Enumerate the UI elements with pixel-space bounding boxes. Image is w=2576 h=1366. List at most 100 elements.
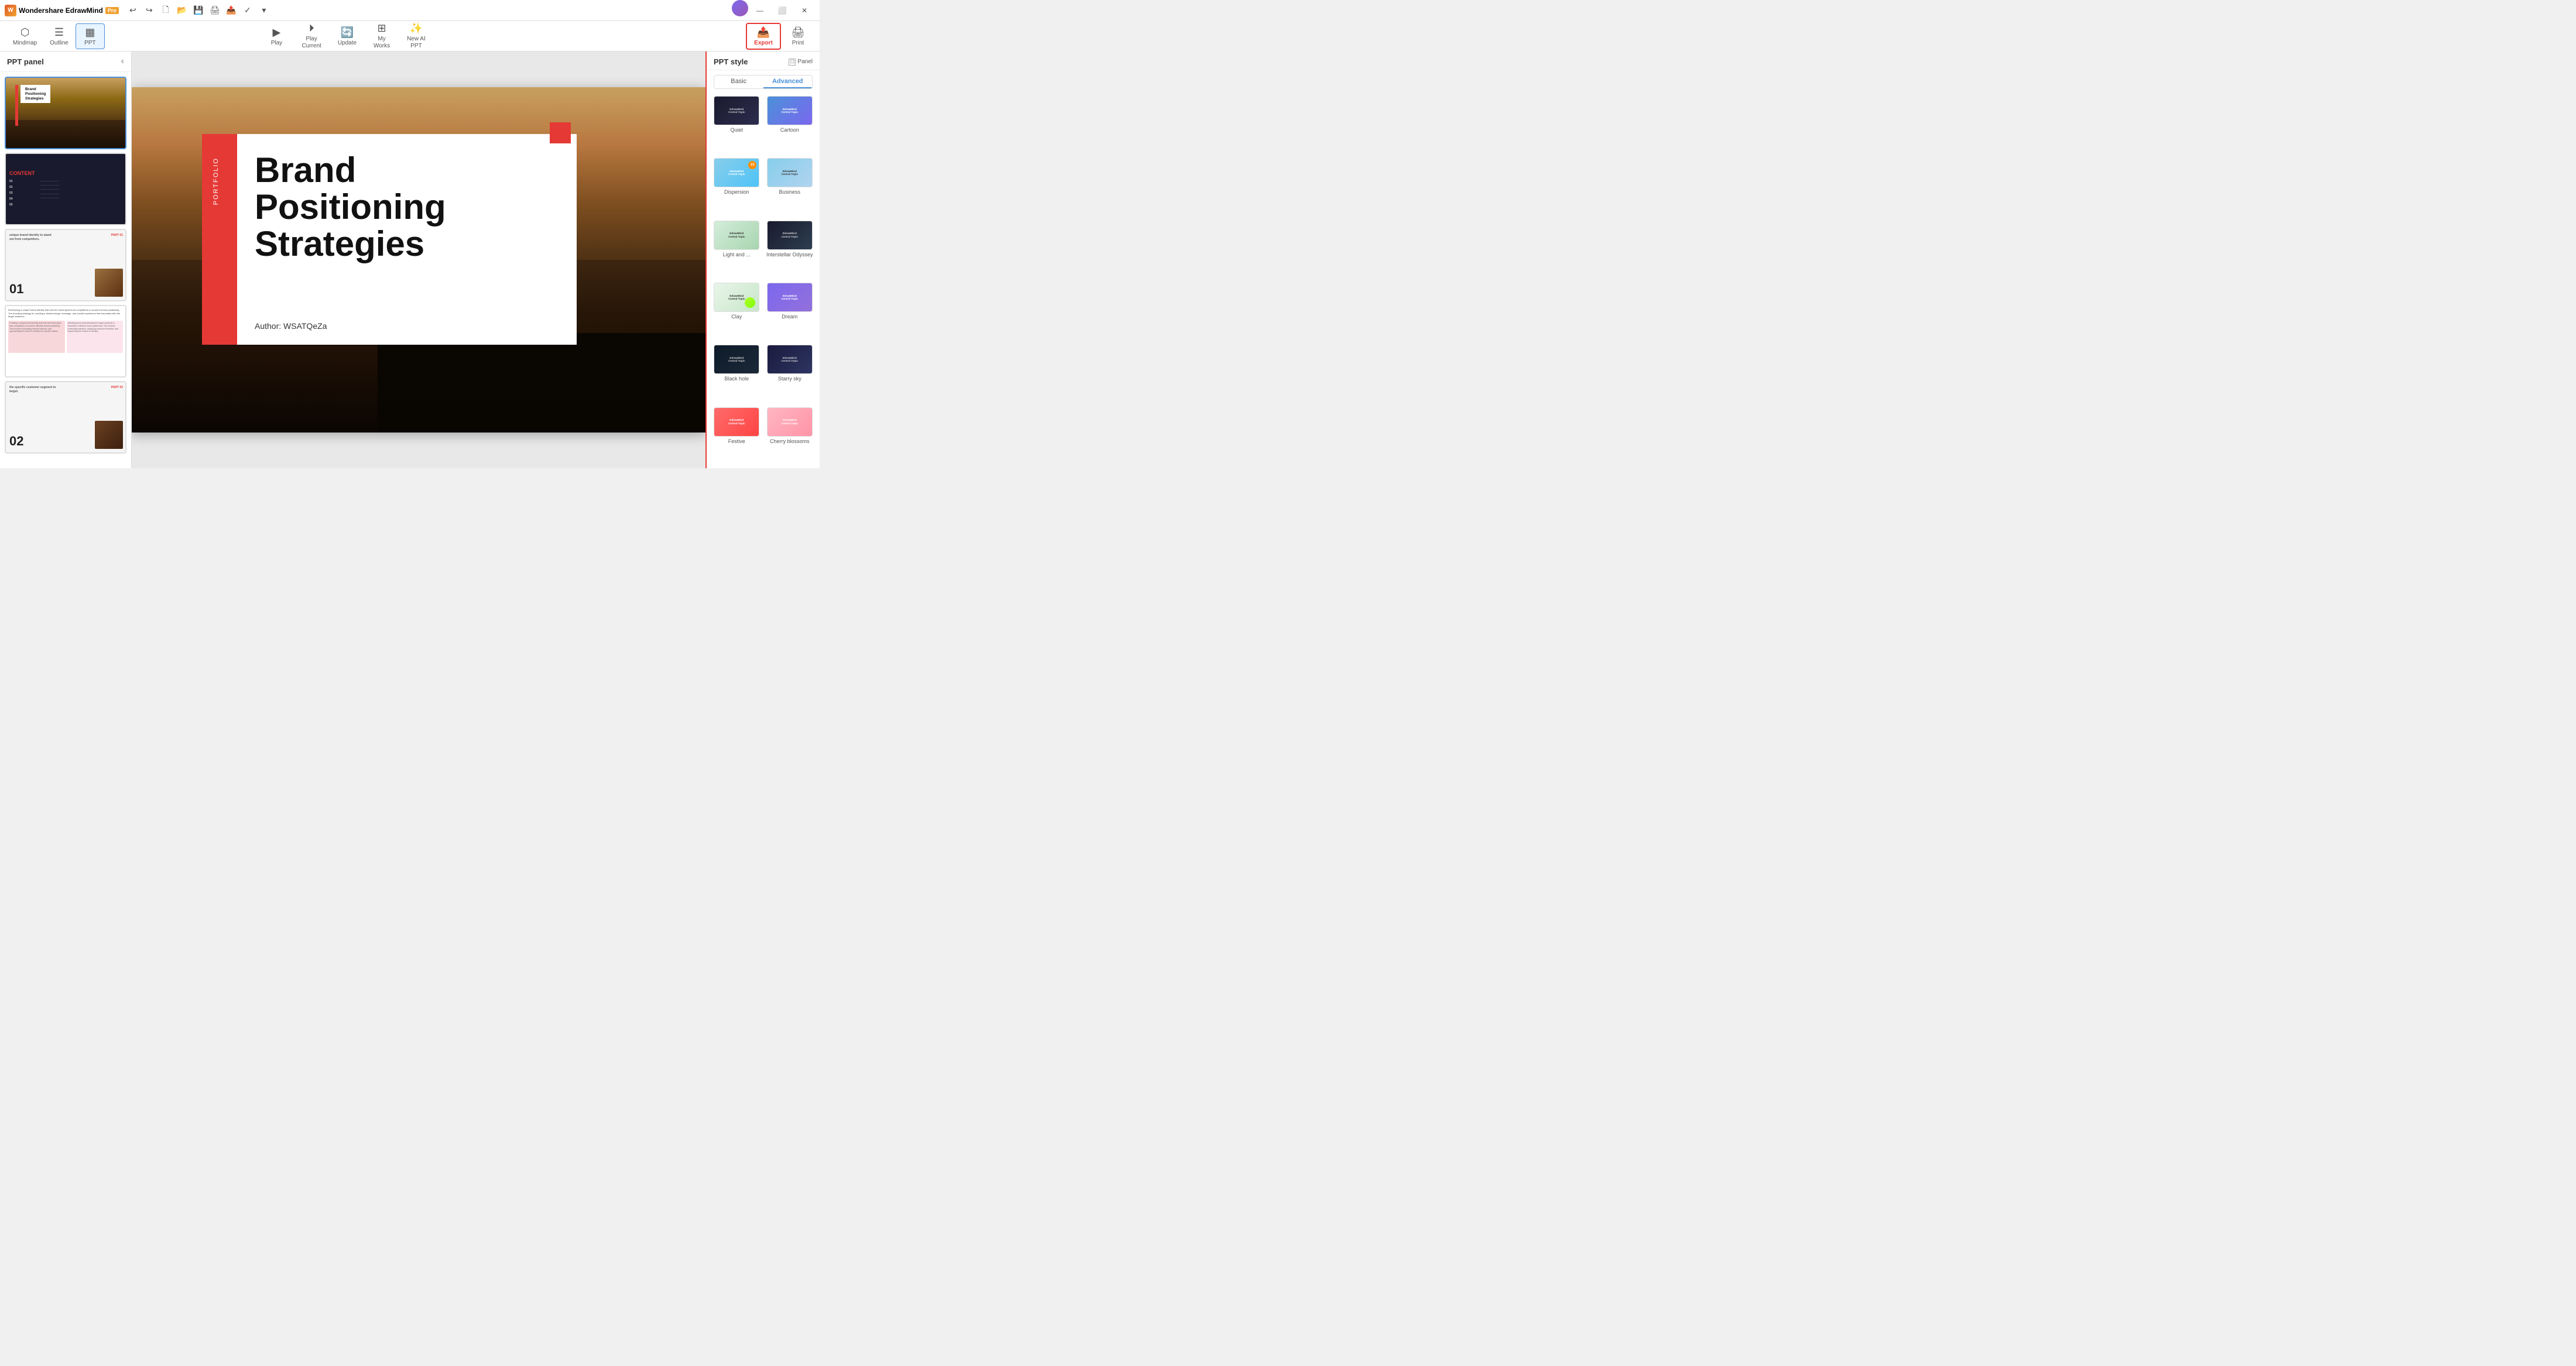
portfolio-text: PORTFOLIO <box>213 157 220 205</box>
slide-main-title: BrandPositioningStrategies <box>255 152 446 262</box>
style-name-blackhole: Black hole <box>724 376 749 382</box>
play-current-icon: ⏵ <box>309 22 314 35</box>
panel-toggle[interactable]: ☐ Panel <box>789 59 813 66</box>
view-mode-group: ⬡ Mindmap ☰ Outline ▦ PPT <box>7 23 105 49</box>
slide-thumbnail-5[interactable]: the specific customer segment to target.… <box>5 381 126 454</box>
play-icon: ▶ <box>273 26 281 39</box>
style-thumb-dream: EdrawMindCentral Topic <box>767 283 813 312</box>
style-item-cherry[interactable]: EdrawMindCentral Topic Cherry blossoms <box>766 407 814 465</box>
style-name-clay: Clay <box>731 314 742 320</box>
maximize-button[interactable]: ⬜ <box>772 0 793 21</box>
my-works-icon: ⊞ <box>378 22 386 35</box>
user-avatar[interactable] <box>732 0 748 16</box>
toolbar-right-group: 📤 Export 🖨 Print <box>746 23 813 50</box>
print-button[interactable]: 🖨 Print <box>783 24 813 49</box>
app-logo: W Wondershare EdrawMind Pro <box>5 5 119 16</box>
ppt-button[interactable]: ▦ PPT <box>76 23 105 49</box>
style-item-interstellar[interactable]: EdrawMindCentral Topic Interstellar Odys… <box>766 221 814 278</box>
slide-canvas: PORTFOLIO BrandPositioningStrategies Aut… <box>132 87 705 433</box>
red-corner-accent <box>550 122 571 143</box>
undo-button[interactable]: ↩ <box>126 4 140 18</box>
ai-ppt-icon: ✨ <box>410 22 423 35</box>
canvas-area: PORTFOLIO BrandPositioningStrategies Aut… <box>132 52 705 468</box>
export-button[interactable]: 📤 Export <box>746 23 781 50</box>
slide-list: BrandPositioningStrategies CONTENT010203… <box>0 72 131 468</box>
export-icon: 📤 <box>757 26 770 39</box>
slide-thumbnail-3[interactable]: unique brand identity to stand out from … <box>5 229 126 301</box>
tab-basic[interactable]: Basic <box>714 75 763 88</box>
style-item-starry[interactable]: EdrawMindCentral Topic Starry sky <box>766 345 814 402</box>
style-thumb-cartoon: EdrawMindCentral Topic <box>767 96 813 125</box>
panel-checkbox[interactable]: ☐ <box>789 59 796 66</box>
toolbar-center-group: ▶ Play ⏵ PlayCurrent 🔄 Update ⊞ MyWorks … <box>262 20 431 52</box>
redo-button[interactable]: ↪ <box>142 4 156 18</box>
style-item-dispersion[interactable]: EdrawMindCentral Topic 23 Dispersion <box>712 158 761 215</box>
style-item-light[interactable]: EdrawMindCentral Topic Light and ... <box>712 221 761 278</box>
update-button[interactable]: 🔄 Update <box>332 24 362 49</box>
style-thumb-light: EdrawMindCentral Topic <box>714 221 759 250</box>
save-button[interactable]: 💾 <box>191 4 205 18</box>
export-small-button[interactable]: 📤 <box>224 4 238 18</box>
style-name-interstellar: Interstellar Odyssey <box>766 252 813 258</box>
close-button[interactable]: ✕ <box>794 0 815 21</box>
my-works-button[interactable]: ⊞ MyWorks <box>367 20 396 52</box>
slide-thumbnail-4[interactable]: Developing a unique brand identity that … <box>5 305 126 377</box>
print-preview-button[interactable]: 🖨 <box>208 4 222 18</box>
left-panel: PPT panel ‹ BrandPositioningStrategies <box>0 52 132 468</box>
style-item-blackhole[interactable]: EdrawMindCentral Topic Black hole <box>712 345 761 402</box>
style-name-light: Light and ... <box>723 252 751 258</box>
style-thumb-business: EdrawMindCentral Topic <box>767 158 813 187</box>
style-name-starry: Starry sky <box>778 376 801 382</box>
outline-icon: ☰ <box>54 26 64 39</box>
tab-advanced[interactable]: Advanced <box>763 75 813 88</box>
new-ai-ppt-button[interactable]: ✨ New AIPPT <box>401 20 431 52</box>
style-name-dispersion: Dispersion <box>724 189 749 195</box>
style-item-clay[interactable]: EdrawMindCentral Topic Clay <box>712 283 761 340</box>
bottom-dark-panel <box>378 333 705 433</box>
style-item-dream[interactable]: EdrawMindCentral Topic Dream <box>766 283 814 340</box>
panel-label: Panel <box>797 59 813 65</box>
play-button[interactable]: ▶ Play <box>262 24 291 49</box>
ppt-style-title: PPT style <box>714 57 748 66</box>
slide-thumbnail-1[interactable]: BrandPositioningStrategies <box>5 77 126 149</box>
ppt-style-header: PPT style ☐ Panel <box>707 52 820 70</box>
minimize-button[interactable]: — <box>749 0 770 21</box>
slide-thumbnail-2[interactable]: CONTENT0102030405 ——————————————————————… <box>5 153 126 225</box>
app-name: Wondershare EdrawMind <box>19 6 103 15</box>
panel-header: PPT panel ‹ <box>0 52 131 72</box>
title-bar: W Wondershare EdrawMind Pro ↩ ↪ 🗋 📂 💾 🖨 … <box>0 0 820 21</box>
mindmap-button[interactable]: ⬡ Mindmap <box>7 24 43 49</box>
style-grid: EdrawMindCentral Topic Quiet EdrawMindCe… <box>707 92 820 468</box>
new-file-button[interactable]: 🗋 <box>159 4 173 18</box>
more-button[interactable]: ▾ <box>257 4 271 18</box>
style-name-cherry: Cherry blossoms <box>770 438 810 444</box>
outline-button[interactable]: ☰ Outline <box>44 24 74 49</box>
check-button[interactable]: ✓ <box>241 4 255 18</box>
update-icon: 🔄 <box>341 26 354 39</box>
print-icon: 🖨 <box>792 26 805 39</box>
style-thumb-interstellar: EdrawMindCentral Topic <box>767 221 813 250</box>
style-name-cartoon: Cartoon <box>780 127 799 133</box>
collapse-button[interactable]: ‹ <box>121 56 124 67</box>
pro-badge: Pro <box>105 7 119 14</box>
logo-icon: W <box>5 5 16 16</box>
ppt-icon: ▦ <box>85 26 95 39</box>
style-thumb-cherry: EdrawMindCentral Topic <box>767 407 813 437</box>
style-thumb-starry: EdrawMindCentral Topic <box>767 345 813 374</box>
style-thumb-dispersion: EdrawMindCentral Topic 23 <box>714 158 759 187</box>
style-thumb-clay: EdrawMindCentral Topic <box>714 283 759 312</box>
play-current-button[interactable]: ⏵ PlayCurrent <box>296 20 327 52</box>
main-toolbar: ⬡ Mindmap ☰ Outline ▦ PPT ▶ Play ⏵ PlayC… <box>0 21 820 52</box>
style-item-business[interactable]: EdrawMindCentral Topic Business <box>766 158 814 215</box>
style-item-festive[interactable]: EdrawMindCentral Topic Festive <box>712 407 761 465</box>
open-file-button[interactable]: 📂 <box>175 4 189 18</box>
style-thumb-festive: EdrawMindCentral Topic <box>714 407 759 437</box>
right-panel: PPT style ☐ Panel Basic Advanced EdrawMi… <box>705 52 820 468</box>
style-item-cartoon[interactable]: EdrawMindCentral Topic Cartoon <box>766 96 814 153</box>
style-name-festive: Festive <box>728 438 745 444</box>
style-thumb-blackhole: EdrawMindCentral Topic <box>714 345 759 374</box>
style-thumb-quiet: EdrawMindCentral Topic <box>714 96 759 125</box>
style-name-quiet: Quiet <box>730 127 743 133</box>
style-item-quiet[interactable]: EdrawMindCentral Topic Quiet <box>712 96 761 153</box>
style-name-business: Business <box>779 189 800 195</box>
